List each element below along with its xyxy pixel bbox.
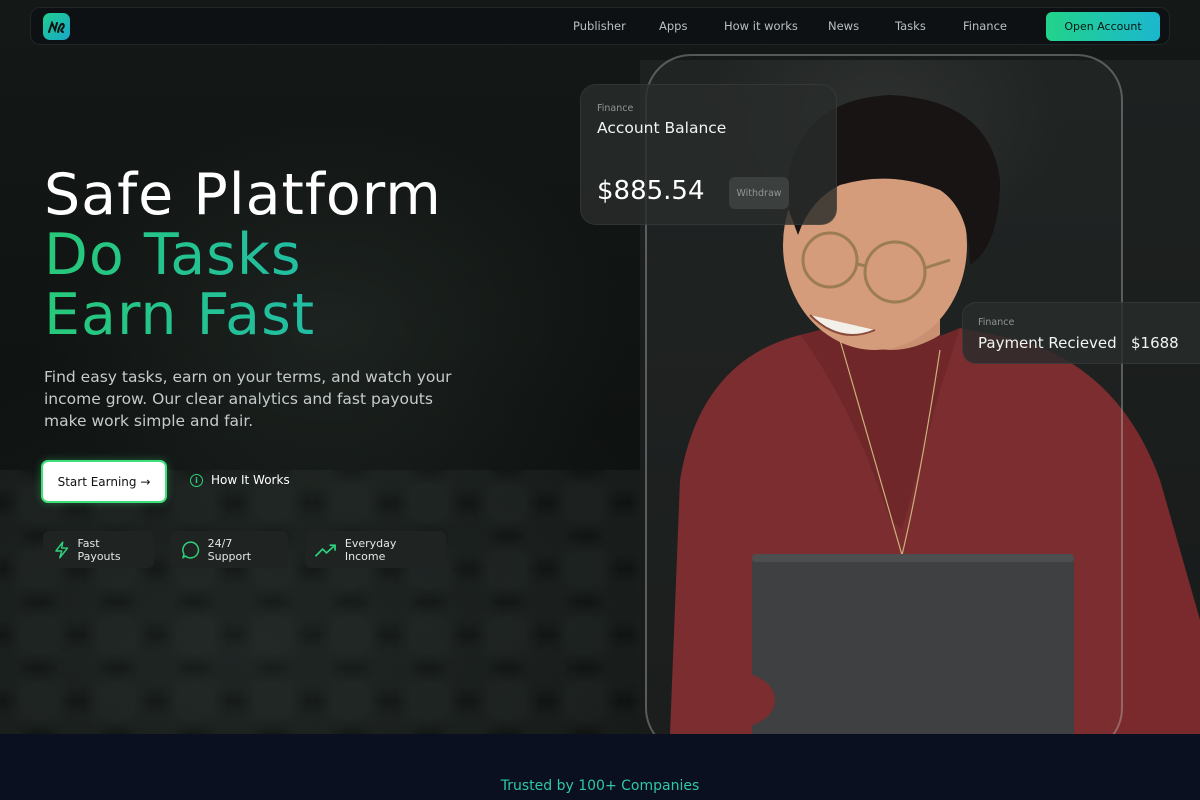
payment-title: Payment Recieved — [978, 334, 1117, 352]
payment-amount: $1688 — [1131, 334, 1179, 352]
lightning-icon — [55, 541, 69, 558]
trending-up-icon — [315, 543, 336, 557]
payment-received-card: Finance Payment Recieved $1688 — [962, 302, 1200, 364]
feature-label: Fast Payouts — [77, 536, 121, 563]
hero-headline: Safe Platform Do Tasks Earn Fast — [44, 165, 442, 345]
start-earning-button[interactable]: Start Earning → — [41, 460, 167, 503]
headline-line-2: Do Tasks — [44, 225, 442, 285]
sofa-background — [0, 470, 680, 734]
card-category-label: Finance — [597, 103, 634, 114]
feature-chip-fast-payouts: Fast Payouts — [43, 531, 154, 568]
withdraw-button[interactable]: Withdraw — [729, 177, 789, 209]
how-it-works-link[interactable]: i How It Works — [190, 473, 290, 487]
feature-chip-support: 24/7 Support — [171, 531, 288, 568]
chat-bubble-icon — [182, 540, 200, 559]
card-category-label: Finance — [978, 317, 1015, 328]
headline-line-1: Safe Platform — [44, 162, 442, 228]
headline-line-3: Earn Fast — [44, 285, 442, 345]
info-icon: i — [190, 473, 203, 487]
balance-amount: $885.54 — [597, 176, 705, 206]
account-balance-card: Finance Account Balance $885.54 Withdraw — [580, 84, 837, 225]
nav-link-publisher[interactable]: Publisher — [573, 19, 626, 33]
nav-link-how-it-works[interactable]: How it works — [724, 19, 798, 33]
nav-link-finance[interactable]: Finance — [963, 19, 1007, 33]
feature-label: Everyday Income — [344, 536, 397, 563]
top-navbar: Publisher Apps How it works News Tasks F… — [30, 7, 1170, 45]
trusted-by-heading: Trusted by 100+ Companies — [500, 778, 700, 794]
how-it-works-label: How It Works — [211, 473, 290, 487]
nav-link-apps[interactable]: Apps — [659, 19, 687, 33]
hero-description: Find easy tasks, earn on your terms, and… — [44, 368, 452, 430]
nav-link-news[interactable]: News — [828, 19, 859, 33]
nav-link-tasks[interactable]: Tasks — [895, 19, 926, 33]
feature-chip-everyday-income: Everyday Income — [305, 531, 446, 568]
payment-text: Payment Recieved $1688 — [978, 334, 1179, 352]
open-account-button[interactable]: Open Account — [1046, 12, 1160, 41]
feature-label: 24/7 Support — [207, 536, 252, 563]
card-title: Account Balance — [597, 119, 727, 137]
